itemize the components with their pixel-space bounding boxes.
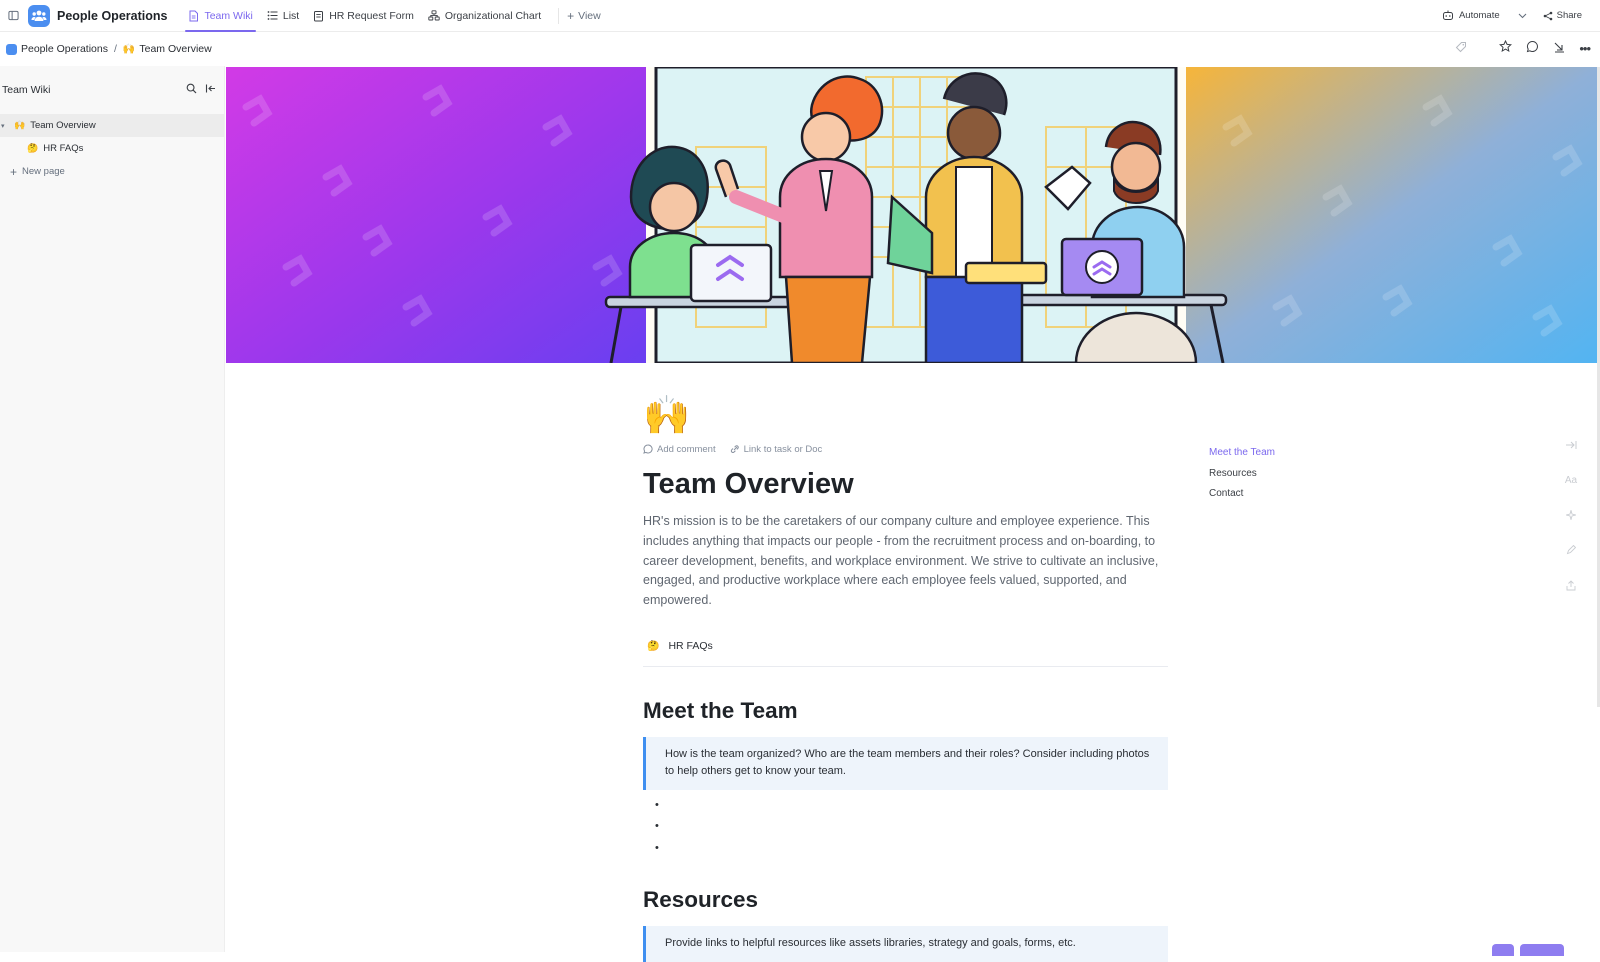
subpage-link-hr-faqs[interactable]: 🤔 HR FAQs bbox=[643, 633, 1168, 667]
robot-icon bbox=[1442, 10, 1453, 20]
raised-hands-icon: 🙌 bbox=[14, 120, 26, 130]
sidebar-item-hr-faqs[interactable]: 🤔 HR FAQs bbox=[0, 137, 224, 160]
space-icon bbox=[6, 43, 17, 55]
comment-icon[interactable] bbox=[1526, 40, 1539, 58]
cover-illustration bbox=[226, 67, 1600, 363]
raised-hands-icon: 🙌 bbox=[122, 43, 136, 55]
text-format-icon[interactable]: Aa bbox=[1563, 471, 1579, 489]
link-icon bbox=[730, 445, 739, 453]
cover-banner bbox=[226, 67, 1600, 363]
tab-organizational-chart[interactable]: Organizational Chart bbox=[421, 0, 548, 32]
floating-action-buttons bbox=[1492, 944, 1564, 956]
callout-resources[interactable]: Provide links to helpful resources like … bbox=[643, 926, 1168, 962]
export-icon[interactable] bbox=[1563, 576, 1579, 594]
add-comment-button[interactable]: Add comment bbox=[643, 444, 716, 455]
floating-button[interactable] bbox=[1520, 944, 1564, 956]
breadcrumb-page-label: Team Overview bbox=[139, 43, 212, 55]
toc-item-meet-the-team[interactable]: Meet the Team bbox=[1209, 443, 1275, 464]
edit-icon[interactable] bbox=[1563, 541, 1579, 559]
sidebar-item-team-overview[interactable]: ▾ 🙌 Team Overview bbox=[0, 114, 224, 137]
tab-list[interactable]: List bbox=[260, 0, 306, 32]
new-page-label: New page bbox=[22, 166, 65, 177]
sidebar-item-label: HR FAQs bbox=[43, 143, 84, 154]
toc-item-contact[interactable]: Contact bbox=[1209, 484, 1275, 505]
breadcrumb: People Operations / 🙌 Team Overview ••• bbox=[0, 32, 1600, 66]
tab-label: Organizational Chart bbox=[444, 9, 542, 22]
page-emoji-icon[interactable]: 🙌 bbox=[643, 393, 1168, 439]
collapse-icon[interactable] bbox=[1553, 40, 1565, 58]
new-page-button[interactable]: + New page bbox=[0, 160, 224, 183]
heading-resources[interactable]: Resources bbox=[643, 885, 1168, 915]
toc-item-resources[interactable]: Resources bbox=[1209, 464, 1275, 485]
star-icon[interactable] bbox=[1499, 39, 1513, 58]
tab-team-wiki[interactable]: Team Wiki bbox=[181, 0, 259, 32]
share-icon bbox=[1543, 11, 1552, 20]
bullet-list bbox=[643, 794, 1168, 859]
breadcrumb-space-label: People Operations bbox=[21, 43, 108, 55]
list-item[interactable] bbox=[655, 794, 1168, 816]
collapse-sidebar-icon[interactable] bbox=[205, 81, 216, 99]
list-item[interactable] bbox=[655, 837, 1168, 859]
collapse-toc-icon[interactable] bbox=[1563, 436, 1579, 454]
sidebar-title: Team Wiki bbox=[2, 84, 51, 96]
subpage-label: HR FAQs bbox=[668, 640, 713, 653]
link-task-label: Link to task or Doc bbox=[743, 443, 823, 455]
chevron-down-icon[interactable] bbox=[1514, 13, 1531, 19]
automate-label: Automate bbox=[1458, 10, 1500, 21]
share-button[interactable]: Share bbox=[1539, 8, 1586, 23]
breadcrumb-page[interactable]: 🙌 Team Overview bbox=[123, 43, 212, 55]
mission-paragraph[interactable]: HR's mission is to be the caretakers of … bbox=[643, 512, 1168, 611]
doc-icon bbox=[189, 10, 199, 21]
add-comment-label: Add comment bbox=[657, 443, 716, 455]
tab-label: Team Wiki bbox=[204, 9, 253, 22]
share-label: Share bbox=[1556, 10, 1582, 21]
add-view-button[interactable]: + View bbox=[558, 7, 601, 24]
comment-icon bbox=[643, 444, 653, 454]
list-icon bbox=[267, 11, 278, 20]
table-of-contents: Meet the Team Resources Contact bbox=[1209, 443, 1275, 505]
page-title[interactable]: Team Overview bbox=[643, 465, 1168, 503]
document-body: 🙌 Add comment Link to task or Doc Team O… bbox=[643, 393, 1168, 962]
space-name[interactable]: People Operations bbox=[57, 9, 167, 23]
tag-icon[interactable] bbox=[1455, 40, 1467, 58]
callout-meet-the-team[interactable]: How is the team organized? Who are the t… bbox=[643, 736, 1168, 790]
top-bar: People Operations Team Wiki List HR Requ… bbox=[0, 0, 1600, 32]
heading-meet-the-team[interactable]: Meet the Team bbox=[643, 696, 1168, 726]
chart-icon bbox=[428, 10, 440, 21]
ai-sparkle-icon[interactable] bbox=[1563, 506, 1579, 524]
automate-button[interactable]: Automate bbox=[1436, 8, 1506, 23]
tab-label: HR Request Form bbox=[329, 9, 414, 22]
wiki-sidebar: Team Wiki ▾ 🙌 Team Overview 🤔 HR FAQs + … bbox=[0, 66, 225, 952]
tab-hr-request-form[interactable]: HR Request Form bbox=[306, 0, 421, 32]
add-view-label: View bbox=[578, 9, 601, 22]
more-icon[interactable]: ••• bbox=[1579, 42, 1591, 55]
link-task-button[interactable]: Link to task or Doc bbox=[730, 443, 823, 455]
plus-icon: + bbox=[567, 8, 575, 23]
sidebar-item-label: Team Overview bbox=[30, 120, 96, 131]
tab-label: List bbox=[282, 9, 300, 22]
sidebar-toggle-icon[interactable] bbox=[4, 10, 22, 21]
form-icon bbox=[314, 10, 324, 21]
thinking-face-icon: 🤔 bbox=[27, 143, 39, 153]
search-icon[interactable] bbox=[186, 81, 197, 99]
breadcrumb-separator: / bbox=[113, 43, 117, 55]
plus-icon: + bbox=[10, 164, 18, 179]
caret-down-icon[interactable]: ▾ bbox=[1, 122, 9, 130]
thinking-face-icon: 🤔 bbox=[647, 640, 660, 652]
breadcrumb-space[interactable]: People Operations bbox=[6, 43, 108, 55]
doc-tools-rail: Aa bbox=[1563, 436, 1579, 594]
list-item[interactable] bbox=[655, 815, 1168, 837]
floating-button[interactable] bbox=[1492, 944, 1514, 956]
space-avatar-icon[interactable] bbox=[28, 4, 50, 27]
